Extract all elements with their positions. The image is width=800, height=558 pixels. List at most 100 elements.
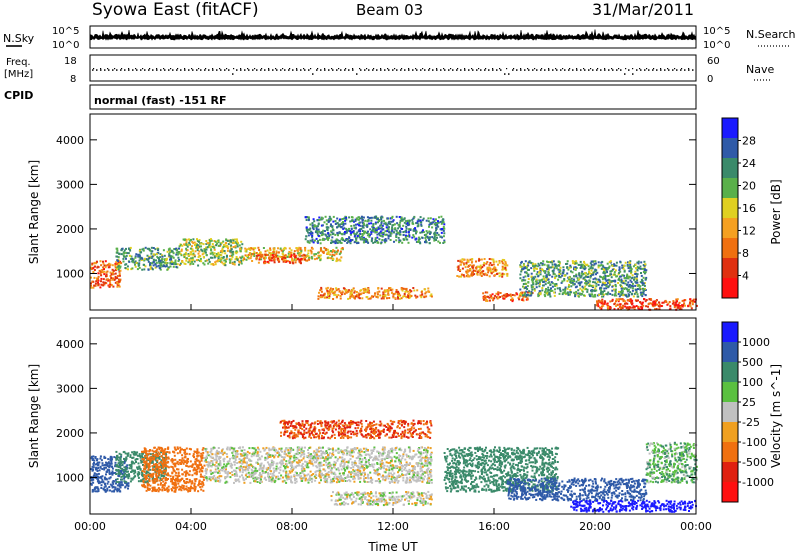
echo-pixel <box>545 279 547 281</box>
echo-pixel <box>291 249 293 251</box>
echo-pixel <box>179 447 181 449</box>
echo-pixel <box>186 241 188 243</box>
echo-pixel <box>643 283 645 285</box>
echo-pixel <box>535 265 537 267</box>
freq-point <box>280 69 282 71</box>
echo-pixel <box>380 227 382 229</box>
echo-pixel <box>199 471 201 473</box>
echo-pixel <box>284 257 286 259</box>
echo-pixel <box>539 271 541 273</box>
echo-pixel <box>173 252 175 254</box>
echo-pixel <box>132 477 134 479</box>
freq-point <box>532 69 534 71</box>
echo-pixel <box>139 267 141 269</box>
echo-pixel <box>337 294 339 296</box>
echo-pixel <box>149 480 151 482</box>
echo-pixel <box>207 246 209 248</box>
echo-pixel <box>543 281 545 283</box>
echo-pixel <box>249 252 251 254</box>
echo-pixel <box>601 300 603 302</box>
echo-pixel <box>409 220 411 222</box>
echo-pixel <box>129 250 131 252</box>
freq-point <box>284 69 286 71</box>
echo-pixel <box>401 242 403 244</box>
echo-pixel <box>246 259 248 261</box>
echo-pixel <box>320 242 322 244</box>
echo-pixel <box>336 260 338 262</box>
echo-pixel <box>483 264 485 266</box>
echo-pixel <box>138 466 140 468</box>
echo-pixel <box>256 257 258 259</box>
power-panel-frame <box>90 114 696 310</box>
echo-pixel <box>615 300 617 302</box>
echo-pixel <box>167 448 169 450</box>
echo-pixel <box>200 260 202 262</box>
echo-pixel <box>541 289 543 291</box>
echo-pixel <box>658 301 660 303</box>
freq-point <box>96 69 98 71</box>
freq-point <box>392 69 394 71</box>
nave-point <box>331 68 332 69</box>
nave-point <box>576 68 577 69</box>
nave-point <box>324 68 325 69</box>
freq-point <box>300 69 302 71</box>
nave-point <box>191 68 192 69</box>
freq-point <box>664 69 666 71</box>
echo-pixel <box>691 307 693 309</box>
echo-pixel <box>391 227 393 229</box>
echo-pixel <box>150 253 152 255</box>
echo-pixel <box>537 295 539 297</box>
echo-pixel <box>391 229 393 231</box>
echo-pixel <box>94 457 96 459</box>
echo-pixel <box>594 269 596 271</box>
echo-pixel <box>107 481 109 483</box>
echo-pixel <box>623 280 625 282</box>
echo-pixel <box>368 223 370 225</box>
echo-pixel <box>587 273 589 275</box>
echo-pixel <box>367 231 369 233</box>
echo-pixel <box>175 266 177 268</box>
echo-pixel <box>635 267 637 269</box>
echo-pixel <box>191 261 193 263</box>
echo-pixel <box>575 291 577 293</box>
echo-pixel <box>120 468 122 470</box>
echo-pixel <box>297 258 299 260</box>
echo-pixel <box>171 250 173 252</box>
echo-pixel <box>164 451 166 453</box>
echo-pixel <box>326 219 328 221</box>
echo-pixel <box>235 252 237 254</box>
echo-pixel <box>188 244 190 246</box>
echo-pixel <box>190 248 192 250</box>
echo-pixel <box>312 222 314 224</box>
echo-pixel <box>236 238 238 240</box>
freq-point <box>584 69 586 71</box>
freq-point <box>452 69 454 71</box>
echo-pixel <box>153 259 155 261</box>
echo-pixel <box>335 220 337 222</box>
echo-pixel <box>212 243 214 245</box>
freq-point <box>232 73 234 75</box>
echo-pixel <box>199 461 201 463</box>
echo-pixel <box>631 293 633 295</box>
nave-point <box>611 68 612 69</box>
echo-pixel <box>330 223 332 225</box>
echo-pixel <box>475 267 477 269</box>
echo-pixel <box>157 248 159 250</box>
echo-pixel <box>570 291 572 293</box>
echo-pixel <box>619 266 621 268</box>
echo-pixel <box>160 455 162 457</box>
echo-pixel <box>96 468 98 470</box>
echo-pixel <box>575 275 577 277</box>
echo-pixel <box>634 285 636 287</box>
echo-pixel <box>192 250 194 252</box>
freq-point <box>172 69 174 71</box>
echo-pixel <box>443 235 445 237</box>
echo-pixel <box>200 245 202 247</box>
echo-pixel <box>680 306 682 308</box>
echo-pixel <box>615 276 617 278</box>
echo-pixel <box>218 245 220 247</box>
freq-point <box>632 73 634 75</box>
echo-pixel <box>465 262 467 264</box>
echo-pixel <box>492 293 494 295</box>
echo-pixel <box>676 300 678 302</box>
